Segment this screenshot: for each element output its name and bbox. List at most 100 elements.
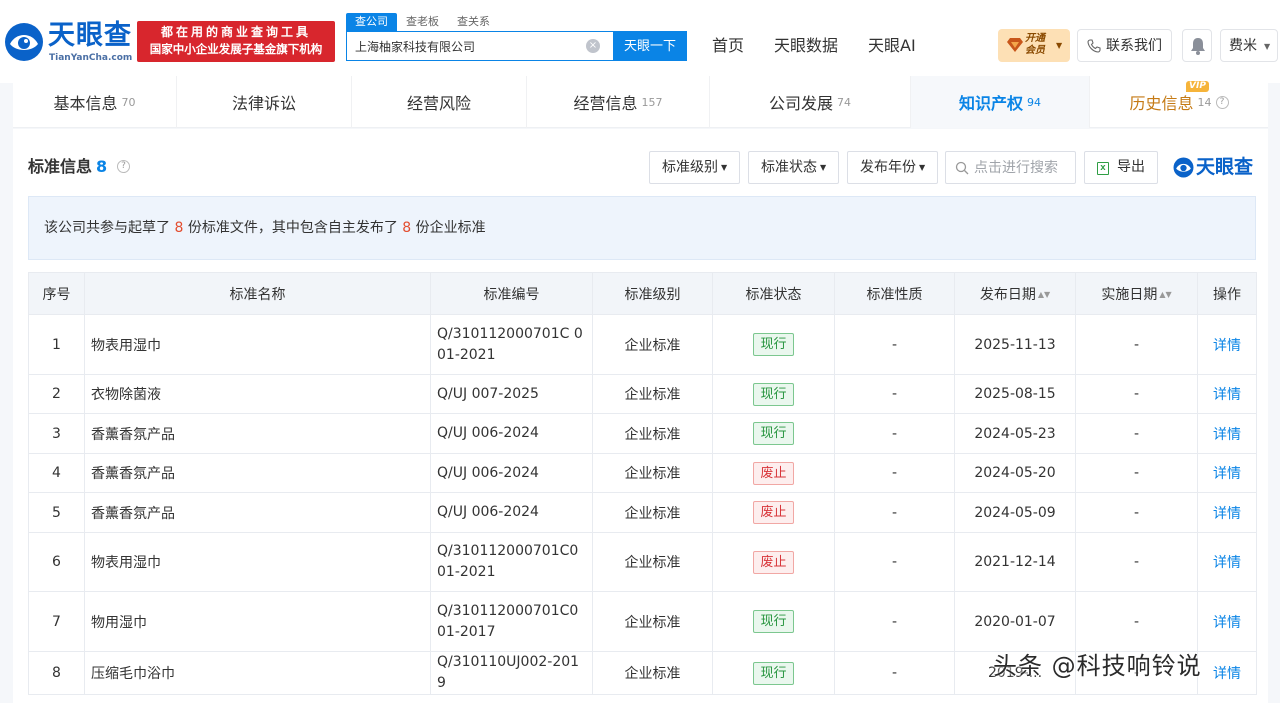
filter-level[interactable]: 标准级别 ▼ — [649, 151, 741, 184]
col-pub-date[interactable]: 发布日期 ▲▼ — [954, 272, 1076, 315]
row-status-cell: 现行 — [712, 651, 835, 695]
row-impl-date: - — [1075, 413, 1198, 454]
status-badge: 现行 — [753, 661, 794, 685]
phone-icon — [1087, 39, 1101, 53]
search-tab-boss[interactable]: 查老板 — [397, 13, 448, 31]
nav-home[interactable]: 首页 — [712, 34, 744, 58]
top-nav: 首页 天眼数据 天眼AI — [712, 34, 946, 58]
row-op-cell: 详情 — [1197, 453, 1257, 493]
detail-link[interactable]: 详情 — [1213, 666, 1241, 682]
row-pub-date: 2021-12-14 — [954, 532, 1076, 592]
detail-link[interactable]: 详情 — [1213, 555, 1241, 571]
contact-button[interactable]: 联系我们 — [1077, 29, 1172, 62]
status-badge: 废止 — [753, 461, 794, 485]
col-op: 操作 — [1197, 272, 1257, 315]
row-nature: - — [834, 413, 955, 454]
row-no: 1 — [28, 314, 85, 375]
col-no: 序号 — [28, 272, 85, 315]
table-row: 2 衣物除菌液 Q/UJ 007-2025 企业标准 现行 -2025-08-15- 详情 — [28, 374, 1257, 414]
vip-label: 开通 会员 — [1025, 33, 1045, 56]
row-level: 企业标准 — [592, 413, 713, 454]
bell-icon — [1191, 38, 1205, 55]
nav-ai[interactable]: 天眼AI — [868, 34, 916, 58]
eye-logo-icon — [5, 23, 43, 61]
row-nature: - — [834, 453, 955, 493]
row-code: Q/UJ 006-2024 — [430, 453, 593, 493]
row-code: Q/310112000701C001-2017 — [430, 591, 593, 652]
logo-text: 天眼查 — [48, 20, 132, 51]
tab-ip[interactable]: 知识产权 94 — [911, 76, 1090, 128]
tab-basic-info[interactable]: 基本信息 70 — [13, 76, 177, 128]
user-menu[interactable]: 费米 ▼ — [1220, 29, 1278, 62]
row-op-cell: 详情 — [1197, 591, 1257, 652]
col-code: 标准编号 — [430, 272, 593, 315]
notice-count-published: 8 — [402, 220, 412, 236]
row-impl-date: - — [1075, 532, 1198, 592]
col-status: 标准状态 — [712, 272, 835, 315]
table-header-row: 序号 标准名称 标准编号 标准级别 标准状态 标准性质 发布日期 ▲▼ 实施日期 ▲… — [28, 272, 1257, 315]
detail-link[interactable]: 详情 — [1213, 338, 1241, 354]
row-nature: - — [834, 314, 955, 375]
row-nature: - — [834, 492, 955, 533]
export-button[interactable]: X 导出 — [1084, 151, 1158, 184]
detail-link[interactable]: 详情 — [1213, 466, 1241, 482]
tab-history[interactable]: VIP 历史信息 14 ? — [1090, 76, 1268, 128]
row-impl-date: - — [1075, 591, 1198, 652]
row-status-cell: 现行 — [712, 314, 835, 375]
status-badge: 现行 — [753, 382, 794, 406]
chevron-down-icon: ▼ — [919, 163, 926, 172]
row-no: 6 — [28, 532, 85, 592]
filter-status[interactable]: 标准状态 ▼ — [748, 151, 840, 184]
tab-development[interactable]: 公司发展 74 — [710, 76, 911, 128]
table-row: 7 物用湿巾 Q/310112000701C001-2017 企业标准 现行 -2020-… — [28, 591, 1257, 652]
table-search — [945, 151, 1076, 184]
help-icon[interactable]: ? — [117, 160, 130, 173]
tab-legal[interactable]: 法律诉讼 — [177, 76, 352, 128]
contact-label: 联系我们 — [1106, 38, 1162, 54]
help-icon[interactable]: ? — [1215, 95, 1229, 109]
col-nature: 标准性质 — [834, 272, 955, 315]
row-pub-date: 2025-08-15 — [954, 374, 1076, 414]
status-badge: 现行 — [753, 333, 794, 356]
detail-link[interactable]: 详情 — [1213, 387, 1241, 403]
nav-data[interactable]: 天眼数据 — [774, 34, 838, 58]
table-row: 1 物表用湿巾 Q/310112000701C 001-2021 企业标准 现行 -202… — [28, 314, 1257, 375]
filter-year[interactable]: 发布年份 ▼ — [847, 151, 939, 184]
tab-operation[interactable]: 经营信息 157 — [527, 76, 710, 128]
search-tab-relation[interactable]: 查关系 — [448, 13, 499, 31]
row-op-cell: 详情 — [1197, 413, 1257, 454]
row-impl-date: - — [1075, 314, 1198, 375]
row-level: 企业标准 — [592, 314, 713, 375]
detail-link[interactable]: 详情 — [1213, 506, 1241, 522]
search-input[interactable] — [347, 32, 605, 60]
detail-link[interactable]: 详情 — [1213, 427, 1241, 443]
row-pub-date: 2025-11-13 — [954, 314, 1076, 375]
table-row: 4 香薰香氛产品 Q/UJ 006-2024 企业标准 废止 -2024-05-20- 详情 — [28, 453, 1257, 493]
row-level: 企业标准 — [592, 492, 713, 533]
vip-button[interactable]: 开通 会员 ▼ — [998, 29, 1070, 62]
category-tabs: 基本信息 70 法律诉讼 经营风险 经营信息 157 公司发展 74 知识产权 94 V… — [13, 76, 1268, 128]
row-impl-date: - — [1075, 492, 1198, 533]
row-op-cell: 详情 — [1197, 374, 1257, 414]
search-button[interactable]: 天眼一下 — [613, 31, 687, 61]
notification-button[interactable] — [1182, 29, 1212, 62]
row-name: 衣物除菌液 — [84, 374, 431, 414]
detail-link[interactable]: 详情 — [1213, 615, 1241, 631]
excel-icon: X — [1097, 162, 1109, 175]
row-code: Q/310112000701C 001-2021 — [430, 314, 593, 375]
promo-slogan: 都在用的商业查询工具 — [160, 25, 311, 39]
row-code: Q/UJ 007-2025 — [430, 374, 593, 414]
row-no: 7 — [28, 591, 85, 652]
tab-risk[interactable]: 经营风险 — [352, 76, 527, 128]
col-impl-date[interactable]: 实施日期 ▲▼ — [1075, 272, 1198, 315]
clear-icon[interactable]: × — [586, 39, 600, 53]
diamond-icon — [1007, 38, 1023, 52]
chevron-down-icon: ▼ — [1056, 41, 1063, 50]
row-level: 企业标准 — [592, 453, 713, 493]
logo-domain: TianYanCha.com — [49, 53, 133, 63]
table-search-input[interactable] — [974, 152, 1074, 183]
col-name: 标准名称 — [84, 272, 431, 315]
tianyancha-logo[interactable]: 天眼查 TianYanCha.com — [4, 20, 134, 64]
search-tab-company[interactable]: 查公司 — [346, 13, 397, 31]
promo-banner[interactable]: 都在用的商业查询工具 国家中小企业发展子基金旗下机构 — [137, 21, 335, 62]
